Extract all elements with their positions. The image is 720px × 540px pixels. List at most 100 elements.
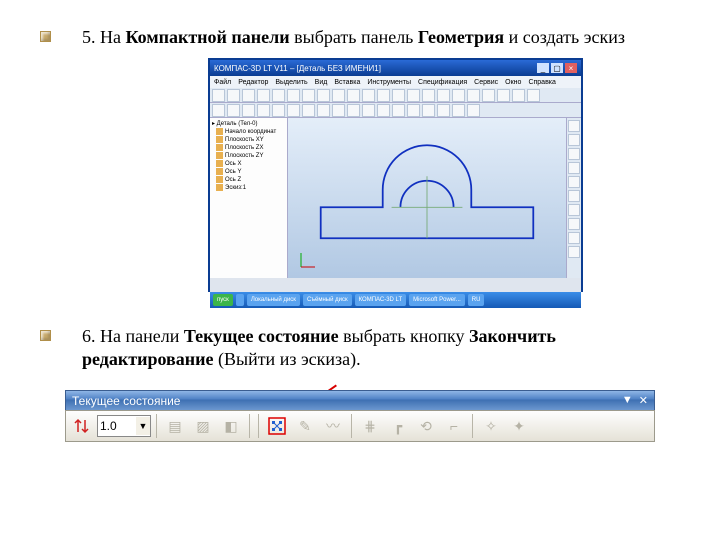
menu-item[interactable]: Инструменты	[367, 79, 411, 86]
exit-sketch-icon[interactable]	[264, 414, 290, 438]
toolbar-icon[interactable]	[422, 104, 435, 117]
toolbar-icon[interactable]	[242, 89, 255, 102]
current-state-toolbar-screenshot: Текущее состояние ▼ ✕ ▼ ▤▨◧✎〰⋕┏⟲⌐✧✦	[65, 390, 655, 442]
toolbar-icon[interactable]	[568, 246, 580, 258]
toolbar-icon[interactable]	[407, 104, 420, 117]
toolbar-icon[interactable]	[347, 104, 360, 117]
toolbar-icon[interactable]	[227, 89, 240, 102]
toolbar-icon[interactable]	[347, 89, 360, 102]
dropdown-icon[interactable]: ▼	[622, 394, 633, 407]
toolbar-icon[interactable]	[287, 104, 300, 117]
scale-combo[interactable]: ▼	[97, 415, 151, 437]
toolbar-icon[interactable]	[482, 89, 495, 102]
taskbar-item[interactable]	[236, 294, 244, 306]
toolbar-icon[interactable]	[272, 104, 285, 117]
round-icon: ⟲	[413, 414, 439, 438]
toolbar-icon[interactable]	[568, 162, 580, 174]
maximize-icon[interactable]: ▢	[551, 63, 563, 73]
toolbar-icon[interactable]	[568, 232, 580, 244]
tree-item[interactable]: Плоскость ZY	[216, 152, 285, 159]
tree-item[interactable]: Ось X	[216, 160, 285, 167]
toolbar-icon[interactable]	[272, 89, 285, 102]
toolbar-icon[interactable]	[568, 120, 580, 132]
toolbar-icon[interactable]	[407, 89, 420, 102]
menu-item[interactable]: Выделить	[275, 79, 307, 86]
toolbar-icon[interactable]	[257, 89, 270, 102]
toolbar-icon[interactable]	[437, 104, 450, 117]
toolbar-icon[interactable]	[302, 104, 315, 117]
taskbar-item[interactable]: RU	[468, 294, 485, 306]
menu-item[interactable]: Редактор	[238, 79, 268, 86]
menu-item[interactable]: Вид	[315, 79, 328, 86]
toolbar-icon[interactable]	[392, 89, 405, 102]
tree-item[interactable]: Ось Z	[216, 176, 285, 183]
toolbar-icon[interactable]	[527, 89, 540, 102]
cad-titlebar: КОМПАС-3D LT V11 – [Деталь БЕЗ ИМЕНИ1] _…	[210, 60, 581, 76]
tree-item[interactable]: Плоскость ZX	[216, 144, 285, 151]
window-buttons: _ ▢ ×	[537, 63, 577, 73]
toolbar-icon[interactable]	[302, 89, 315, 102]
toggle-grid-icon[interactable]	[69, 414, 95, 438]
toolbar-icon[interactable]	[452, 104, 465, 117]
toolbar-icon[interactable]	[362, 104, 375, 117]
menu-item[interactable]: Спецификация	[418, 79, 467, 86]
sketch-canvas	[288, 118, 566, 278]
toolbar-icon[interactable]	[377, 104, 390, 117]
toolbar-icon[interactable]	[568, 190, 580, 202]
menu-item[interactable]: Окно	[505, 79, 521, 86]
close-icon[interactable]: ✕	[639, 394, 648, 407]
toolbar-icon[interactable]	[512, 89, 525, 102]
toolbar-icon[interactable]	[227, 104, 240, 117]
scale-input[interactable]	[98, 417, 136, 435]
toolbar-icon[interactable]	[362, 89, 375, 102]
start-button[interactable]: пуск	[213, 294, 233, 306]
toolbar-icon[interactable]	[437, 89, 450, 102]
tree-item-icon	[216, 168, 223, 175]
menu-item[interactable]: Вставка	[334, 79, 360, 86]
toolbar-icon[interactable]	[317, 104, 330, 117]
toolbar-icon[interactable]	[568, 176, 580, 188]
tree-item-icon	[216, 176, 223, 183]
toolbar-icon[interactable]	[212, 104, 225, 117]
tree-item[interactable]: Начало координат	[216, 128, 285, 135]
cad-menubar: Файл Редактор Выделить Вид Вставка Инструмент…	[210, 76, 581, 88]
toolbar-icon[interactable]	[452, 89, 465, 102]
taskbar-item[interactable]: Microsoft Power...	[409, 294, 465, 306]
toolbar-icon[interactable]	[317, 89, 330, 102]
toolbar-icon[interactable]	[568, 134, 580, 146]
layers-icon: ▤	[162, 414, 188, 438]
taskbar-item[interactable]: Локальный диск	[247, 294, 300, 306]
chevron-down-icon[interactable]: ▼	[136, 417, 150, 435]
close-icon[interactable]: ×	[565, 63, 577, 73]
menu-item[interactable]: Справка	[528, 79, 555, 86]
toolbar-icon[interactable]	[467, 104, 480, 117]
toolbar-icon[interactable]	[287, 89, 300, 102]
taskbar-item[interactable]: КОМПАС-3D LT	[355, 294, 407, 306]
toolbar-icon[interactable]	[568, 148, 580, 160]
model-tree: ▸ Деталь (Тел-0)Начало координатПлоскост…	[210, 118, 288, 278]
minimize-icon[interactable]: _	[537, 63, 549, 73]
toolbar-icon[interactable]	[332, 104, 345, 117]
tree-item-icon	[216, 160, 223, 167]
toolbar-icon[interactable]	[422, 89, 435, 102]
tree-item[interactable]: Эскиз:1	[216, 184, 285, 191]
toolbar-icon[interactable]	[332, 89, 345, 102]
toolbar-icon[interactable]	[497, 89, 510, 102]
toolbar-icon[interactable]	[257, 104, 270, 117]
toolbar-icon[interactable]	[242, 104, 255, 117]
toolbar-icon[interactable]	[568, 204, 580, 216]
menu-item[interactable]: Сервис	[474, 79, 498, 86]
toolbar-icon[interactable]	[212, 89, 225, 102]
toolbar-icon[interactable]	[467, 89, 480, 102]
hatch-icon: ▨	[190, 414, 216, 438]
tree-item[interactable]: Плоскость XY	[216, 136, 285, 143]
tree-item[interactable]: Ось Y	[216, 168, 285, 175]
toolbar-icon[interactable]	[568, 218, 580, 230]
tree-item-icon	[216, 128, 223, 135]
menu-item[interactable]: Файл	[214, 79, 231, 86]
sketch-drawing	[302, 132, 552, 256]
toolbar-icon[interactable]	[392, 104, 405, 117]
tree-root[interactable]: ▸ Деталь (Тел-0)	[212, 120, 285, 127]
toolbar-icon[interactable]	[377, 89, 390, 102]
taskbar-item[interactable]: Съёмный диск	[303, 294, 352, 306]
